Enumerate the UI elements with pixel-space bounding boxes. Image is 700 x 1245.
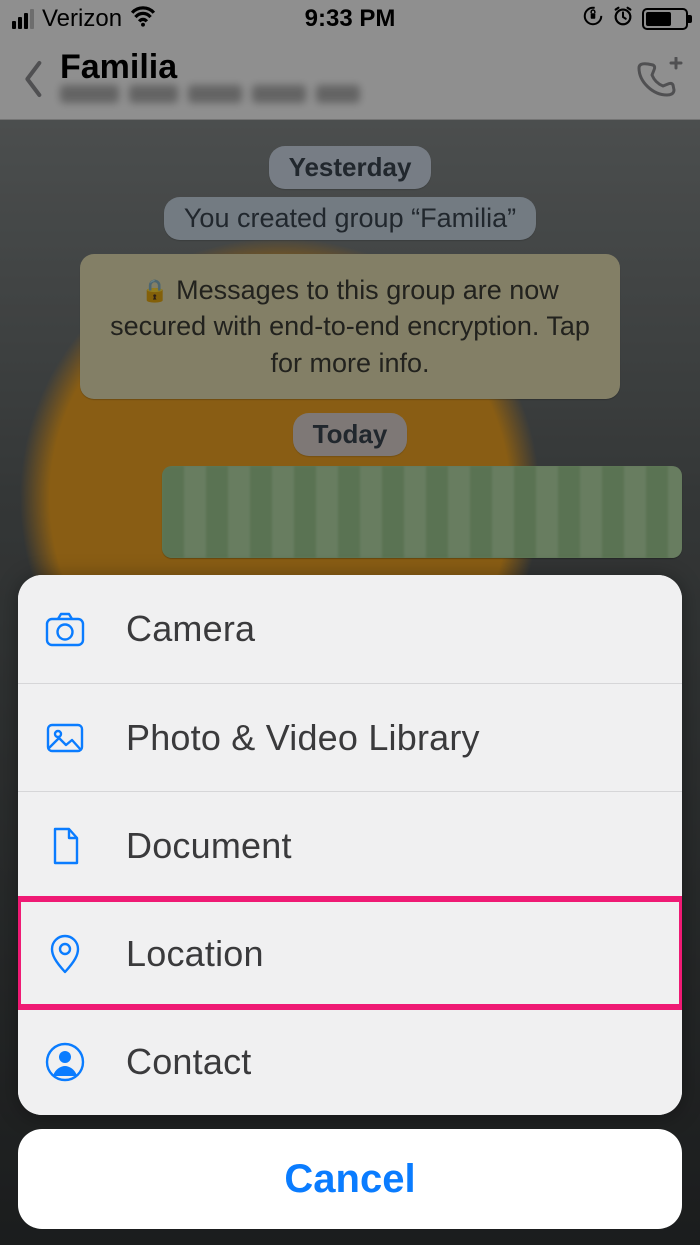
sheet-item-document[interactable]: Document [18,791,682,899]
sheet-item-label: Camera [126,608,255,650]
call-button[interactable] [630,51,686,107]
alarm-icon [612,5,634,33]
sheet-item-location[interactable]: Location [18,899,682,1007]
back-button[interactable] [8,53,60,105]
sheet-item-camera[interactable]: Camera [18,575,682,683]
attachment-action-sheet: Camera Photo & Video Library Document Lo… [18,575,682,1115]
photo-icon [40,713,90,763]
encryption-notice[interactable]: 🔒 Messages to this group are now secured… [80,254,620,399]
sheet-item-photo-library[interactable]: Photo & Video Library [18,683,682,791]
chat-title: Familia [60,50,360,86]
date-pill-yesterday: Yesterday [269,146,432,189]
screen: Verizon 9:33 PM Familia [0,0,700,1245]
document-icon [40,821,90,871]
sheet-item-label: Photo & Video Library [126,717,480,759]
lock-icon: 🔒 [141,278,168,303]
chat-title-button[interactable]: Familia [60,50,360,108]
sheet-item-contact[interactable]: Contact [18,1007,682,1115]
carrier-label: Verizon [42,5,122,33]
battery-icon [642,8,688,30]
message-bubble-redacted [162,466,682,558]
camera-icon [40,604,90,654]
cancel-label: Cancel [284,1157,415,1202]
cancel-button[interactable]: Cancel [18,1129,682,1229]
chat-members-subtitle [60,85,360,107]
orientation-lock-icon [582,5,604,33]
chat-body[interactable]: Yesterday You created group “Familia” 🔒 … [0,120,700,558]
chat-header: Familia [0,38,700,120]
sheet-item-label: Contact [126,1041,251,1083]
sheet-item-label: Location [126,933,264,975]
location-icon [40,929,90,979]
contact-icon [40,1037,90,1087]
status-bar: Verizon 9:33 PM [0,0,700,38]
system-message-created: You created group “Familia” [164,197,536,240]
wifi-icon [130,5,156,33]
date-pill-today: Today [293,413,408,456]
sheet-item-label: Document [126,825,292,867]
encryption-text: Messages to this group are now secured w… [110,275,590,378]
signal-icon [12,9,34,29]
action-sheet-layer: Camera Photo & Video Library Document Lo… [0,575,700,1245]
